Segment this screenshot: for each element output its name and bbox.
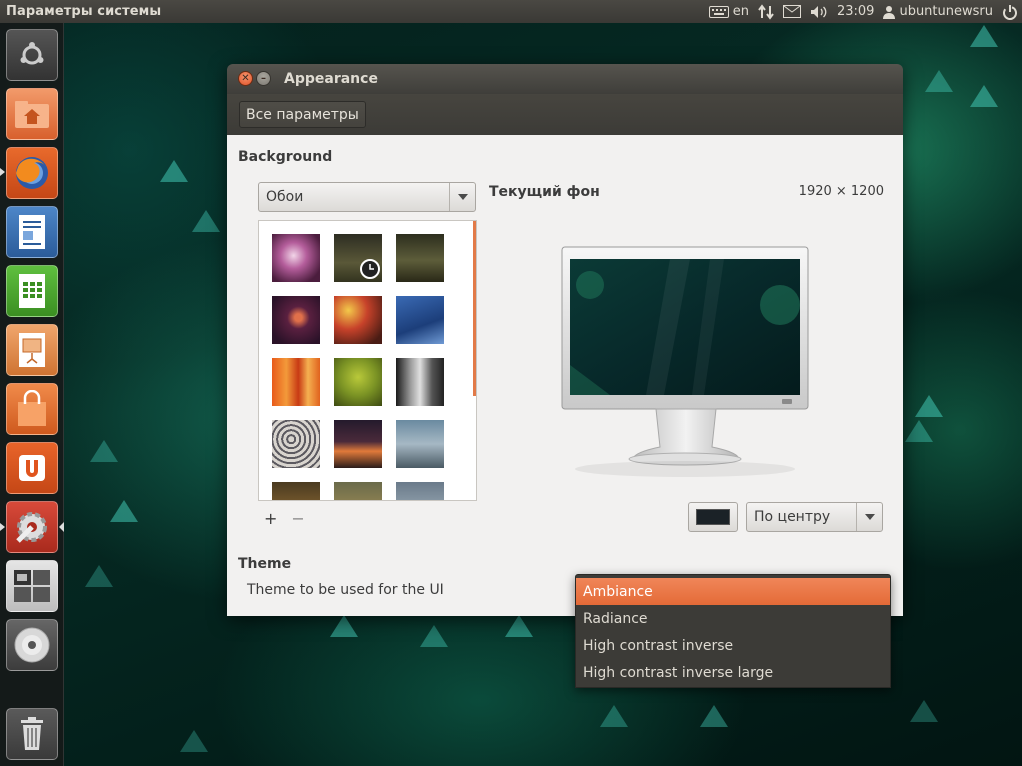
minimize-button[interactable]: – (256, 71, 271, 86)
launcher-impress[interactable] (6, 324, 58, 376)
impress-icon (19, 333, 45, 367)
window-content: Background Обои + − Текущий фон 1920 × 1… (227, 135, 903, 616)
wallpaper-thumbnail[interactable] (334, 358, 382, 406)
wallpaper-thumbnail[interactable] (396, 358, 444, 406)
launcher-trash[interactable] (6, 708, 58, 760)
launcher-writer[interactable] (6, 206, 58, 258)
theme-option-ambiance[interactable]: Ambiance (576, 578, 890, 605)
all-settings-button[interactable]: Все параметры (239, 101, 366, 128)
background-section-title: Background (238, 149, 333, 165)
wallpaper-thumbnail[interactable] (334, 296, 382, 344)
speaker-icon (810, 5, 827, 18)
messaging-indicator[interactable] (782, 5, 801, 18)
theme-option-high-contrast-inverse[interactable]: High contrast inverse (576, 632, 890, 659)
launcher-firefox[interactable] (6, 147, 58, 199)
workspaces-icon (14, 570, 50, 602)
window-title: Appearance (284, 71, 378, 87)
active-app-title[interactable]: Параметры системы (0, 4, 161, 19)
network-indicator[interactable] (758, 3, 774, 20)
wallpaper-list-scrollbar[interactable] (473, 221, 476, 396)
user-name: ubuntunewsru (899, 4, 993, 19)
ubuntu-one-icon (19, 455, 45, 481)
focused-pip (59, 522, 64, 532)
keyboard-icon (708, 5, 729, 18)
close-button[interactable]: ✕ (238, 71, 253, 86)
top-panel: Параметры системы en 23:09 ubuntunewsru (0, 0, 1022, 23)
ubuntu-logo-icon (20, 42, 44, 65)
remove-wallpaper-button[interactable]: − (291, 509, 304, 528)
sound-indicator[interactable] (810, 5, 828, 19)
network-arrows-icon (758, 3, 774, 20)
firefox-icon (16, 157, 48, 189)
theme-option-high-contrast-inverse-large[interactable]: High contrast inverse large (576, 659, 890, 686)
wallpaper-thumbnail[interactable] (272, 420, 320, 468)
user-indicator[interactable]: ubuntunewsru (883, 4, 993, 19)
launcher-system-settings[interactable] (6, 501, 58, 553)
window-titlebar[interactable]: ✕ – Appearance (227, 64, 903, 94)
current-background-label: Текущий фон (489, 184, 600, 200)
keyboard-layout-label: en (732, 4, 749, 19)
settings-icon (16, 512, 47, 543)
wallpaper-source-combo[interactable]: Обои (258, 182, 476, 212)
window-toolbar: Все параметры (227, 94, 903, 135)
writer-icon (19, 215, 45, 249)
minimize-icon: – (261, 73, 266, 84)
clock-time: 23:09 (836, 4, 875, 19)
calc-icon (19, 274, 45, 308)
power-gear-icon (1003, 4, 1017, 20)
launcher-ubuntu-one[interactable] (6, 442, 58, 494)
close-icon: ✕ (241, 73, 250, 84)
session-indicator[interactable] (1002, 4, 1018, 20)
launcher-home-folder[interactable] (6, 88, 58, 140)
wallpaper-thumbnail[interactable] (272, 358, 320, 406)
shopping-bag-icon (18, 390, 46, 426)
user-icon (883, 5, 896, 19)
chevron-down-icon (449, 183, 475, 211)
chevron-down-icon (856, 503, 882, 531)
wallpaper-thumbnail[interactable] (272, 296, 320, 344)
launcher-cd-drive[interactable] (6, 619, 58, 671)
add-wallpaper-button[interactable]: + (264, 509, 277, 528)
background-color-button[interactable] (688, 502, 738, 532)
wallpaper-thumbnail[interactable] (334, 234, 382, 282)
cd-icon (14, 627, 50, 663)
wallpaper-thumbnail[interactable] (396, 482, 444, 500)
wallpaper-position-value: По центру (754, 509, 831, 525)
clock[interactable]: 23:09 (837, 4, 874, 19)
running-pip (0, 168, 5, 176)
monitor-preview (561, 246, 809, 477)
clock-badge-icon (360, 259, 380, 279)
wallpaper-source-value: Обои (266, 189, 304, 205)
wallpaper-thumbnail[interactable] (272, 234, 320, 282)
theme-option-radiance[interactable]: Radiance (576, 605, 890, 632)
launcher-dash-home[interactable] (6, 29, 58, 81)
resolution-label: 1920 × 1200 (798, 184, 884, 199)
wallpaper-thumbnail[interactable] (396, 296, 444, 344)
wallpaper-thumbnail[interactable] (272, 482, 320, 500)
launcher-workspaces[interactable] (6, 560, 58, 612)
launcher-calc[interactable] (6, 265, 58, 317)
indicator-area: en 23:09 ubuntunewsru (708, 0, 1018, 23)
appearance-window: ✕ – Appearance Все параметры Background … (227, 64, 903, 616)
launcher-software-center[interactable] (6, 383, 58, 435)
wallpaper-thumbnail[interactable] (334, 482, 382, 500)
wallpaper-list-buttons: + − (264, 509, 305, 528)
theme-dropdown-menu: Ambiance Radiance High contrast inverse … (575, 574, 891, 688)
color-swatch (696, 509, 730, 525)
running-pip (0, 523, 5, 531)
wallpaper-list[interactable] (258, 220, 477, 501)
wallpaper-thumbnail[interactable] (334, 420, 382, 468)
wallpaper-thumbnail[interactable] (396, 234, 444, 282)
wallpaper-thumbnail[interactable] (396, 420, 444, 468)
home-folder-icon (15, 101, 49, 128)
keyboard-indicator[interactable]: en (708, 4, 749, 19)
launcher (0, 23, 64, 766)
wallpaper-position-combo[interactable]: По центру (746, 502, 883, 532)
theme-description: Theme to be used for the UI (247, 582, 444, 598)
theme-section-title: Theme (238, 556, 292, 572)
envelope-icon (782, 5, 801, 18)
trash-icon (21, 717, 43, 750)
